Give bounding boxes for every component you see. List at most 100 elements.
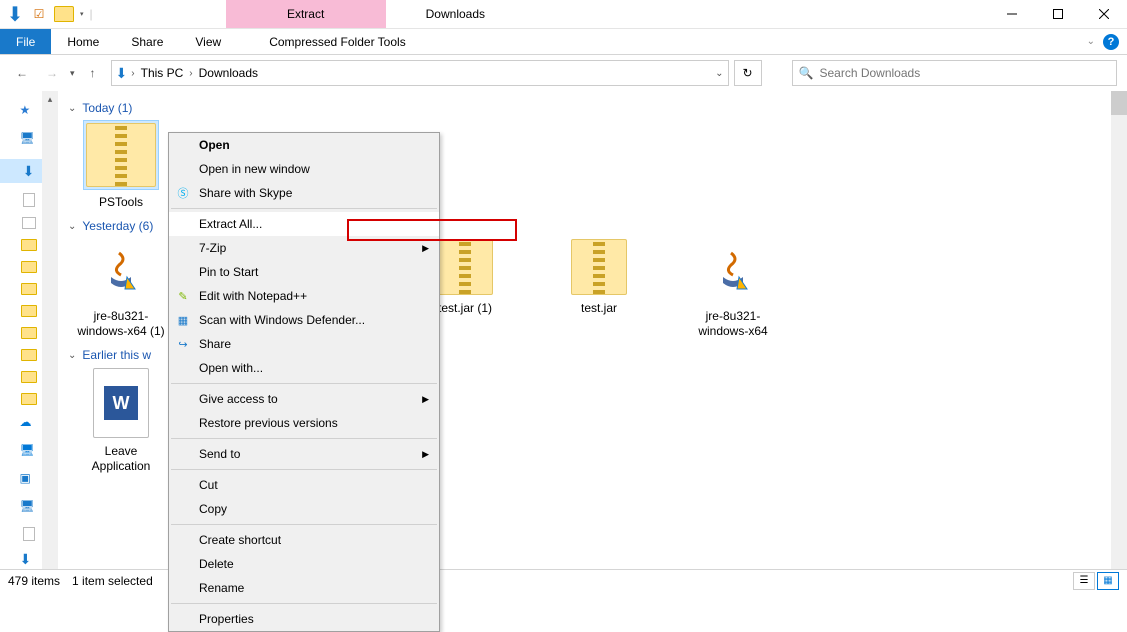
ctx-separator bbox=[171, 383, 437, 384]
file-tile[interactable]: jre-8u321-windows-x64 (1) bbox=[76, 239, 166, 338]
file-tile[interactable]: W Leave Application bbox=[76, 368, 166, 473]
chevron-down-icon[interactable]: ⌄ bbox=[68, 221, 76, 232]
ctx-pin-to-start[interactable]: Pin to Start bbox=[169, 260, 439, 284]
folder-nav-icon[interactable] bbox=[21, 349, 37, 361]
zip-icon bbox=[571, 239, 627, 295]
tab-file[interactable]: File bbox=[0, 29, 51, 54]
ctx-send-to[interactable]: Send to bbox=[169, 442, 439, 466]
tab-home[interactable]: Home bbox=[51, 29, 115, 54]
onedrive-nav-icon[interactable]: ☁ bbox=[20, 415, 38, 433]
tab-view[interactable]: View bbox=[179, 29, 237, 54]
ctx-copy[interactable]: Copy bbox=[169, 497, 439, 521]
search-box[interactable]: 🔍 bbox=[792, 60, 1117, 86]
location-icon: ⬇ bbox=[116, 65, 128, 82]
jar-icon bbox=[701, 239, 765, 303]
help-icon[interactable]: ? bbox=[1103, 34, 1119, 50]
folder-nav-icon[interactable] bbox=[21, 327, 37, 339]
context-menu: Open Open in new window ⓈShare with Skyp… bbox=[168, 132, 440, 632]
search-input[interactable] bbox=[819, 66, 1110, 80]
downloads2-nav-icon[interactable]: ⬇ bbox=[20, 551, 38, 569]
file-name-label: jre-8u321-windows-x64 (1) bbox=[76, 309, 166, 338]
window-controls bbox=[989, 0, 1127, 28]
ctx-cut[interactable]: Cut bbox=[169, 473, 439, 497]
ctx-give-access-to[interactable]: Give access to bbox=[169, 387, 439, 411]
ctx-separator bbox=[171, 208, 437, 209]
status-selection: 1 item selected bbox=[72, 574, 153, 588]
refresh-button[interactable]: ↻ bbox=[734, 60, 762, 86]
folder-nav-icon[interactable] bbox=[21, 283, 37, 295]
address-dropdown-icon[interactable]: ⌄ bbox=[715, 68, 723, 79]
navigation-pane[interactable]: ▴ ★ 🖥 ⬇ ☁ 🖥 ▣ 🖥 ⬇ bbox=[0, 91, 58, 569]
ctx-scan-defender[interactable]: ▦Scan with Windows Defender... bbox=[169, 308, 439, 332]
desktop-nav-icon[interactable]: 🖥 bbox=[20, 131, 38, 149]
folder-nav-icon[interactable] bbox=[21, 305, 37, 317]
ctx-share-skype[interactable]: ⓈShare with Skype bbox=[169, 181, 439, 205]
maximize-button[interactable] bbox=[1035, 0, 1081, 28]
breadcrumb-this-pc[interactable]: This PC bbox=[139, 66, 186, 80]
up-button[interactable]: ↑ bbox=[81, 61, 105, 85]
ribbon-collapse-icon[interactable]: ⌄ bbox=[1087, 36, 1095, 47]
close-button[interactable] bbox=[1081, 0, 1127, 28]
address-bar[interactable]: ⬇ › This PC › Downloads ⌄ bbox=[111, 60, 729, 86]
file-tile[interactable]: jre-8u321-windows-x64 bbox=[688, 239, 778, 338]
ctx-delete[interactable]: Delete bbox=[169, 552, 439, 576]
titlebar: ⬇ ☑ ▾ | Extract Downloads bbox=[0, 0, 1127, 29]
ctx-create-shortcut[interactable]: Create shortcut bbox=[169, 528, 439, 552]
group-label: Yesterday (6) bbox=[82, 219, 153, 233]
chevron-right-icon[interactable]: › bbox=[131, 68, 134, 79]
quick-access-toolbar: ⬇ ☑ ▾ | bbox=[0, 0, 99, 28]
scroll-up-icon[interactable]: ▴ bbox=[42, 91, 58, 107]
back-button[interactable]: ← bbox=[10, 61, 34, 85]
objects-nav-icon[interactable]: ▣ bbox=[20, 471, 38, 489]
ribbon-tabs: File Home Share View Compressed Folder T… bbox=[0, 29, 1127, 55]
content-scrollbar[interactable] bbox=[1111, 91, 1127, 569]
large-icons-view-button[interactable]: ▦ bbox=[1097, 572, 1119, 590]
ctx-separator bbox=[171, 469, 437, 470]
ctx-rename[interactable]: Rename bbox=[169, 576, 439, 600]
properties-qat-icon[interactable]: ☑ bbox=[30, 5, 48, 23]
folder-nav-icon[interactable] bbox=[21, 371, 37, 383]
details-view-button[interactable]: ☰ bbox=[1073, 572, 1095, 590]
qat-dropdown-icon[interactable]: ▾ bbox=[80, 10, 84, 18]
ctx-separator bbox=[171, 603, 437, 604]
ctx-open[interactable]: Open bbox=[169, 133, 439, 157]
forward-button[interactable]: → bbox=[40, 61, 64, 85]
group-header-today[interactable]: ⌄ Today (1) bbox=[58, 91, 1127, 121]
navpane-scrollbar[interactable]: ▴ bbox=[42, 91, 58, 569]
pictures-nav-icon[interactable] bbox=[22, 217, 36, 229]
desktop2-nav-icon[interactable]: 🖥 bbox=[20, 499, 38, 517]
documents-nav-icon[interactable] bbox=[23, 193, 35, 207]
documents2-nav-icon[interactable] bbox=[23, 527, 35, 541]
ctx-open-new-window[interactable]: Open in new window bbox=[169, 157, 439, 181]
breadcrumb-downloads[interactable]: Downloads bbox=[197, 66, 260, 80]
file-tile-pstools[interactable]: PSTools bbox=[76, 121, 166, 209]
chevron-down-icon[interactable]: ⌄ bbox=[68, 103, 76, 114]
chevron-down-icon[interactable]: ⌄ bbox=[68, 350, 76, 361]
window-title: Downloads bbox=[386, 0, 989, 28]
ctx-edit-notepadpp[interactable]: ✎Edit with Notepad++ bbox=[169, 284, 439, 308]
ctx-share[interactable]: ↪Share bbox=[169, 332, 439, 356]
ctx-extract-all[interactable]: Extract All... bbox=[169, 212, 439, 236]
contextual-tab-header: Extract bbox=[226, 0, 386, 28]
folder-nav-icon[interactable] bbox=[21, 239, 37, 251]
ctx-7zip[interactable]: 7-Zip bbox=[169, 236, 439, 260]
ctx-open-with[interactable]: Open with... bbox=[169, 356, 439, 380]
ctx-restore-previous[interactable]: Restore previous versions bbox=[169, 411, 439, 435]
word-doc-icon: W bbox=[93, 368, 149, 438]
folder-nav-icon[interactable] bbox=[21, 393, 37, 405]
this-pc-nav-icon[interactable]: 🖥 bbox=[20, 443, 38, 461]
minimize-button[interactable] bbox=[989, 0, 1035, 28]
scrollbar-thumb[interactable] bbox=[1111, 91, 1127, 115]
new-folder-qat-icon[interactable] bbox=[54, 6, 74, 22]
quick-access-icon[interactable]: ★ bbox=[20, 103, 38, 121]
folder-nav-icon[interactable] bbox=[21, 261, 37, 273]
file-tile[interactable]: test.jar bbox=[554, 239, 644, 338]
tab-compressed-folder-tools[interactable]: Compressed Folder Tools bbox=[253, 29, 422, 54]
chevron-right-icon[interactable]: › bbox=[189, 68, 192, 79]
history-dropdown-icon[interactable]: ▾ bbox=[70, 68, 75, 79]
group-label: Today (1) bbox=[82, 101, 132, 115]
downloads-qat-icon[interactable]: ⬇ bbox=[6, 5, 24, 23]
search-icon: 🔍 bbox=[799, 66, 814, 80]
ctx-properties[interactable]: Properties bbox=[169, 607, 439, 631]
tab-share[interactable]: Share bbox=[115, 29, 179, 54]
